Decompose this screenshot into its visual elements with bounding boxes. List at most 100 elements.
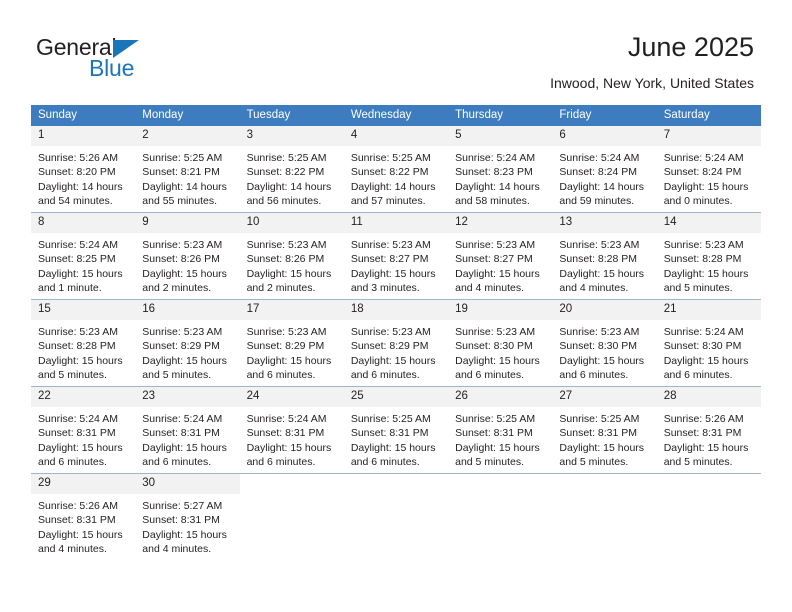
day-number	[656, 474, 761, 481]
day-cell-inner: 30 Sunrise: 5:27 AM Sunset: 8:31 PM Dayligh…	[135, 474, 240, 560]
day-details: Sunrise: 5:24 AM Sunset: 8:31 PM Daylight:…	[240, 407, 344, 470]
sunset-text: Sunset: 8:31 PM	[142, 514, 220, 527]
day-cell-inner: 15 Sunrise: 5:23 AM Sunset: 8:28 PM Dayligh…	[31, 300, 136, 386]
day-details: Sunrise: 5:23 AM Sunset: 8:26 PM Daylight:…	[135, 233, 239, 296]
day-cell-inner	[552, 474, 657, 560]
day-cell-inner: 8 Sunrise: 5:24 AM Sunset: 8:25 PM Daylight…	[31, 213, 136, 299]
calendar-day-cell[interactable]: 18 Sunrise: 5:23 AM Sunset: 8:29 PM Dayligh…	[343, 299, 449, 387]
calendar-day-cell[interactable]: 17 Sunrise: 5:23 AM Sunset: 8:29 PM Dayligh…	[239, 299, 344, 387]
sunrise-text: Sunrise: 5:25 AM	[350, 413, 431, 425]
general-blue-logo[interactable]: General Blue	[36, 35, 256, 85]
day-details: Sunrise: 5:23 AM Sunset: 8:26 PM Daylight:…	[240, 233, 344, 296]
daylight-text: Daylight: 15 hours and 5 minutes.	[663, 267, 749, 295]
calendar-day-cell[interactable]: 28 Sunrise: 5:26 AM Sunset: 8:31 PM Dayligh…	[656, 386, 761, 474]
calendar-day-cell[interactable]: 7 Sunrise: 5:24 AM Sunset: 8:24 PM Daylight…	[656, 126, 761, 213]
sunset-text: Sunset: 8:27 PM	[455, 253, 533, 266]
calendar-day-cell[interactable]: 11 Sunrise: 5:23 AM Sunset: 8:27 PM Dayligh…	[343, 212, 449, 300]
sunset-text: Sunset: 8:31 PM	[663, 427, 742, 440]
day-number: 21	[656, 300, 761, 320]
day-details: Sunrise: 5:23 AM Sunset: 8:30 PM Daylight:…	[448, 320, 552, 383]
calendar-day-cell[interactable]: 15 Sunrise: 5:23 AM Sunset: 8:28 PM Dayligh…	[31, 299, 136, 387]
day-details: Sunrise: 5:23 AM Sunset: 8:28 PM Daylight:…	[31, 320, 135, 383]
daylight-text: Daylight: 15 hours and 6 minutes.	[663, 354, 749, 382]
calendar-day-cell[interactable]: 10 Sunrise: 5:23 AM Sunset: 8:26 PM Dayligh…	[239, 212, 344, 300]
daylight-text: Daylight: 15 hours and 2 minutes.	[142, 267, 227, 295]
calendar-day-cell[interactable]: 6 Sunrise: 5:24 AM Sunset: 8:24 PM Daylight…	[552, 126, 657, 213]
daylight-text: Daylight: 15 hours and 3 minutes.	[350, 267, 436, 295]
sunrise-text: Sunrise: 5:24 AM	[559, 152, 640, 164]
day-cell-inner: 10 Sunrise: 5:23 AM Sunset: 8:26 PM Dayligh…	[239, 213, 344, 299]
calendar-page: General Blue June 2025 Inwood, New York,…	[0, 0, 792, 612]
calendar-day-cell[interactable]: 16 Sunrise: 5:23 AM Sunset: 8:29 PM Dayligh…	[135, 299, 240, 387]
calendar-day-cell[interactable]: 30 Sunrise: 5:27 AM Sunset: 8:31 PM Dayligh…	[135, 473, 240, 560]
day-number: 13	[552, 213, 657, 233]
sunset-text: Sunset: 8:30 PM	[559, 340, 638, 353]
day-details: Sunrise: 5:25 AM Sunset: 8:21 PM Daylight:…	[135, 146, 239, 209]
calendar-day-cell[interactable]: 27 Sunrise: 5:25 AM Sunset: 8:31 PM Dayligh…	[552, 386, 657, 474]
calendar-day-cell[interactable]: 19 Sunrise: 5:23 AM Sunset: 8:30 PM Dayligh…	[448, 299, 553, 387]
day-details: Sunrise: 5:26 AM Sunset: 8:20 PM Daylight:…	[31, 146, 135, 209]
calendar-day-cell[interactable]: 26 Sunrise: 5:25 AM Sunset: 8:31 PM Dayligh…	[448, 386, 553, 474]
calendar-day-cell[interactable]: 12 Sunrise: 5:23 AM Sunset: 8:27 PM Dayligh…	[448, 212, 553, 300]
calendar-day-cell[interactable]: 14 Sunrise: 5:23 AM Sunset: 8:28 PM Dayligh…	[656, 212, 761, 300]
daylight-text: Daylight: 14 hours and 56 minutes.	[246, 180, 332, 208]
calendar-day-cell[interactable]: 20 Sunrise: 5:23 AM Sunset: 8:30 PM Dayligh…	[552, 299, 657, 387]
sunset-text: Sunset: 8:29 PM	[246, 340, 325, 353]
sunset-text: Sunset: 8:29 PM	[142, 340, 220, 353]
sunset-text: Sunset: 8:31 PM	[142, 427, 220, 440]
calendar-day-cell[interactable]: 4 Sunrise: 5:25 AM Sunset: 8:22 PM Daylight…	[343, 126, 449, 213]
day-cell-inner	[656, 474, 761, 560]
day-cell-inner	[343, 474, 449, 560]
sunrise-text: Sunrise: 5:23 AM	[350, 239, 431, 251]
sunset-text: Sunset: 8:24 PM	[559, 166, 638, 179]
daylight-text: Daylight: 15 hours and 4 minutes.	[142, 528, 227, 556]
calendar-header-row: Sunday Monday Tuesday Wednesday Thursday…	[31, 105, 761, 126]
weekday-header-saturday: Saturday	[656, 105, 761, 126]
sunrise-text: Sunrise: 5:27 AM	[142, 500, 223, 512]
weekday-header-monday: Monday	[135, 105, 240, 126]
sunset-text: Sunset: 8:28 PM	[663, 253, 742, 266]
day-number: 3	[239, 126, 344, 146]
day-cell-inner: 13 Sunrise: 5:23 AM Sunset: 8:28 PM Dayligh…	[552, 213, 657, 299]
weekday-header-wednesday: Wednesday	[343, 105, 449, 126]
day-cell-inner: 2 Sunrise: 5:25 AM Sunset: 8:21 PM Daylight…	[135, 126, 240, 212]
day-cell-inner: 6 Sunrise: 5:24 AM Sunset: 8:24 PM Daylight…	[552, 126, 657, 212]
sunset-text: Sunset: 8:31 PM	[38, 514, 116, 527]
day-details: Sunrise: 5:23 AM Sunset: 8:27 PM Daylight:…	[344, 233, 448, 296]
day-cell-inner: 7 Sunrise: 5:24 AM Sunset: 8:24 PM Daylight…	[656, 126, 761, 212]
day-details: Sunrise: 5:24 AM Sunset: 8:25 PM Daylight:…	[31, 233, 135, 296]
day-details: Sunrise: 5:23 AM Sunset: 8:29 PM Daylight:…	[344, 320, 448, 383]
sunset-text: Sunset: 8:31 PM	[455, 427, 533, 440]
daylight-text: Daylight: 15 hours and 5 minutes.	[455, 441, 540, 469]
calendar-day-cell[interactable]: 8 Sunrise: 5:24 AM Sunset: 8:25 PM Daylight…	[31, 212, 136, 300]
day-details: Sunrise: 5:24 AM Sunset: 8:31 PM Daylight:…	[31, 407, 135, 470]
calendar-day-cell[interactable]: 24 Sunrise: 5:24 AM Sunset: 8:31 PM Dayligh…	[239, 386, 344, 474]
calendar-day-cell[interactable]: 1 Sunrise: 5:26 AM Sunset: 8:20 PM Daylight…	[31, 126, 136, 213]
calendar-day-cell[interactable]: 23 Sunrise: 5:24 AM Sunset: 8:31 PM Dayligh…	[135, 386, 240, 474]
calendar-day-cell[interactable]: 3 Sunrise: 5:25 AM Sunset: 8:22 PM Daylight…	[239, 126, 344, 213]
calendar-day-cell[interactable]: 22 Sunrise: 5:24 AM Sunset: 8:31 PM Dayligh…	[31, 386, 136, 474]
sunrise-sunset-calendar-table: Sunday Monday Tuesday Wednesday Thursday…	[31, 105, 761, 560]
day-cell-inner: 16 Sunrise: 5:23 AM Sunset: 8:29 PM Dayligh…	[135, 300, 240, 386]
day-details: Sunrise: 5:24 AM Sunset: 8:23 PM Daylight:…	[448, 146, 552, 209]
day-details: Sunrise: 5:25 AM Sunset: 8:22 PM Daylight:…	[344, 146, 448, 209]
weekday-header-thursday: Thursday	[448, 105, 553, 126]
day-number: 20	[552, 300, 657, 320]
calendar-day-cell[interactable]: 9 Sunrise: 5:23 AM Sunset: 8:26 PM Daylight…	[135, 212, 240, 300]
day-number: 8	[31, 213, 136, 233]
sunrise-text: Sunrise: 5:23 AM	[38, 326, 118, 338]
calendar-day-cell[interactable]: 21 Sunrise: 5:24 AM Sunset: 8:30 PM Dayligh…	[656, 299, 761, 387]
day-number: 26	[448, 387, 553, 407]
day-cell-inner: 27 Sunrise: 5:25 AM Sunset: 8:31 PM Dayligh…	[552, 387, 657, 473]
sunset-text: Sunset: 8:27 PM	[350, 253, 429, 266]
calendar-day-cell[interactable]: 13 Sunrise: 5:23 AM Sunset: 8:28 PM Dayligh…	[552, 212, 657, 300]
day-details: Sunrise: 5:23 AM Sunset: 8:28 PM Daylight:…	[657, 233, 761, 296]
calendar-day-cell[interactable]: 5 Sunrise: 5:24 AM Sunset: 8:23 PM Daylight…	[448, 126, 553, 213]
calendar-week-row: 29 Sunrise: 5:26 AM Sunset: 8:31 PM Dayligh…	[31, 473, 761, 560]
calendar-day-cell[interactable]: 25 Sunrise: 5:25 AM Sunset: 8:31 PM Dayligh…	[343, 386, 449, 474]
weekday-header-sunday: Sunday	[31, 105, 136, 126]
calendar-day-cell[interactable]: 2 Sunrise: 5:25 AM Sunset: 8:21 PM Daylight…	[135, 126, 240, 213]
calendar-week-row: 22 Sunrise: 5:24 AM Sunset: 8:31 PM Dayligh…	[31, 386, 761, 474]
sunset-text: Sunset: 8:31 PM	[559, 427, 638, 440]
calendar-day-cell[interactable]: 29 Sunrise: 5:26 AM Sunset: 8:31 PM Dayligh…	[31, 473, 136, 560]
